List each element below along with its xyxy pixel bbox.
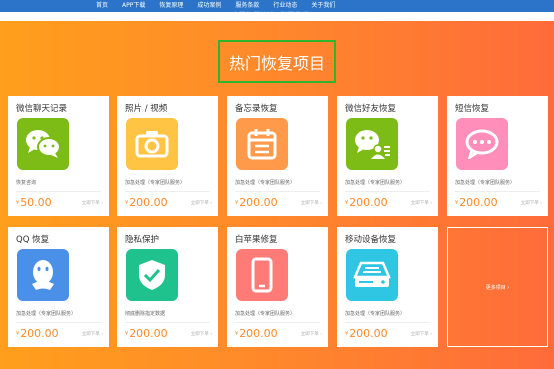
card-sms[interactable]: 短信恢复 加急处理（专家团队服务） ¥200.00 立即下单 › bbox=[447, 96, 548, 216]
card-title: 备忘录恢复 bbox=[235, 104, 278, 114]
price-value: 200.00 bbox=[459, 196, 498, 209]
card-price: ¥200.00 bbox=[125, 196, 168, 209]
card-title: 短信恢复 bbox=[455, 104, 490, 114]
hard-drive-icon bbox=[346, 249, 398, 301]
price-value: 200.00 bbox=[129, 196, 168, 209]
section-title: 热门恢复项目 bbox=[218, 40, 336, 83]
card-desc: 彻底删除指定数据 bbox=[125, 311, 166, 317]
card-desc: 加急处理（专家团队服务） bbox=[455, 180, 516, 186]
price-value: 200.00 bbox=[349, 196, 388, 209]
order-link[interactable]: 立即下单 › bbox=[191, 331, 212, 337]
divider bbox=[125, 322, 210, 323]
card-title: 微信聊天记录 bbox=[16, 104, 68, 114]
card-price: ¥200.00 bbox=[345, 327, 388, 340]
card-title: 照片 / 视频 bbox=[125, 104, 168, 114]
divider bbox=[455, 191, 540, 192]
card-photo-video[interactable]: 照片 / 视频 加急处理（专家团队服务） ¥200.00 立即下单 › bbox=[117, 96, 218, 216]
message-icon bbox=[456, 118, 508, 170]
card-desc: 加急处理（专家团队服务） bbox=[345, 311, 406, 317]
divider bbox=[235, 191, 320, 192]
card-title: 移动设备恢复 bbox=[345, 235, 397, 245]
currency-symbol: ¥ bbox=[125, 200, 129, 206]
nav-item-app-download[interactable]: APP下载 bbox=[122, 0, 145, 12]
card-title: 白苹果修复 bbox=[235, 235, 278, 245]
card-price: ¥200.00 bbox=[235, 327, 278, 340]
card-price: ¥200.00 bbox=[345, 196, 388, 209]
divider bbox=[16, 322, 101, 323]
card-title: 隐私保护 bbox=[125, 235, 160, 245]
currency-symbol: ¥ bbox=[125, 331, 129, 337]
card-title: 微信好友恢复 bbox=[345, 104, 397, 114]
divider bbox=[16, 191, 101, 192]
card-price: ¥200.00 bbox=[125, 327, 168, 340]
card-desc: 加急处理（专家团队服务） bbox=[235, 180, 296, 186]
calendar-icon bbox=[236, 118, 288, 170]
order-link[interactable]: 立即下单 › bbox=[411, 331, 432, 337]
nav-item-about-us[interactable]: 关于我们 bbox=[311, 0, 335, 12]
price-value: 200.00 bbox=[129, 327, 168, 340]
card-wechat-chat[interactable]: 微信聊天记录 恢复咨询 ¥50.00 立即下单 › bbox=[8, 96, 109, 216]
card-white-apple-repair[interactable]: 白苹果修复 加急处理（专家团队服务） ¥200.00 立即下单 › bbox=[227, 227, 328, 347]
card-price: ¥200.00 bbox=[16, 327, 59, 340]
order-link[interactable]: 立即下单 › bbox=[82, 331, 103, 337]
divider bbox=[345, 322, 430, 323]
card-price: ¥200.00 bbox=[455, 196, 498, 209]
divider bbox=[235, 322, 320, 323]
card-mobile-device[interactable]: 移动设备恢复 加急处理（专家团队服务） ¥200.00 立即下单 › bbox=[337, 227, 438, 347]
card-desc: 加急处理（专家团队服务） bbox=[235, 311, 296, 317]
order-link[interactable]: 立即下单 › bbox=[301, 200, 322, 206]
order-link[interactable]: 立即下单 › bbox=[411, 200, 432, 206]
card-privacy[interactable]: 隐私保护 彻底删除指定数据 ¥200.00 立即下单 › bbox=[117, 227, 218, 347]
wechat-icon bbox=[17, 118, 69, 170]
nav-item-home[interactable]: 首页 bbox=[96, 0, 108, 12]
divider bbox=[125, 191, 210, 192]
card-desc: 加急处理（专家团队服务） bbox=[345, 180, 406, 186]
currency-symbol: ¥ bbox=[235, 200, 239, 206]
order-link[interactable]: 立即下单 › bbox=[521, 200, 542, 206]
currency-symbol: ¥ bbox=[345, 200, 349, 206]
more-projects-button[interactable]: 更多项目 › bbox=[447, 227, 548, 347]
ghost-text: 全国恢复热线 · 联系我们 bbox=[232, 11, 309, 19]
card-desc: 加急处理（专家团队服务） bbox=[16, 311, 77, 317]
price-value: 200.00 bbox=[239, 196, 278, 209]
phone-icon bbox=[236, 249, 288, 301]
qq-icon bbox=[17, 249, 69, 301]
card-memo[interactable]: 备忘录恢复 加急处理（专家团队服务） ¥200.00 立即下单 › bbox=[227, 96, 328, 216]
currency-symbol: ¥ bbox=[16, 331, 20, 337]
price-value: 200.00 bbox=[239, 327, 278, 340]
card-price: ¥200.00 bbox=[235, 196, 278, 209]
card-desc: 加急处理（专家团队服务） bbox=[125, 180, 186, 186]
card-qq[interactable]: QQ 恢复 加急处理（专家团队服务） ¥200.00 立即下单 › bbox=[8, 227, 109, 347]
currency-symbol: ¥ bbox=[16, 200, 20, 206]
camera-icon bbox=[126, 118, 178, 170]
nav-item-recovery-principle[interactable]: 恢复原理 bbox=[159, 0, 183, 12]
order-link[interactable]: 立即下单 › bbox=[191, 200, 212, 206]
order-link[interactable]: 立即下单 › bbox=[301, 331, 322, 337]
price-value: 50.00 bbox=[20, 196, 52, 209]
card-desc: 恢复咨询 bbox=[16, 180, 37, 186]
card-wechat-friends[interactable]: 微信好友恢复 加急处理（专家团队服务） ¥200.00 立即下单 › bbox=[337, 96, 438, 216]
card-title: QQ 恢复 bbox=[16, 235, 50, 245]
shield-check-icon bbox=[126, 249, 178, 301]
card-price: ¥50.00 bbox=[16, 196, 52, 209]
currency-symbol: ¥ bbox=[235, 331, 239, 337]
currency-symbol: ¥ bbox=[345, 331, 349, 337]
price-value: 200.00 bbox=[349, 327, 388, 340]
currency-symbol: ¥ bbox=[455, 200, 459, 206]
wechat-contact-icon bbox=[346, 118, 398, 170]
order-link[interactable]: 立即下单 › bbox=[82, 200, 103, 206]
nav-item-success-cases[interactable]: 成功案例 bbox=[197, 0, 221, 12]
price-value: 200.00 bbox=[20, 327, 59, 340]
divider bbox=[345, 191, 430, 192]
